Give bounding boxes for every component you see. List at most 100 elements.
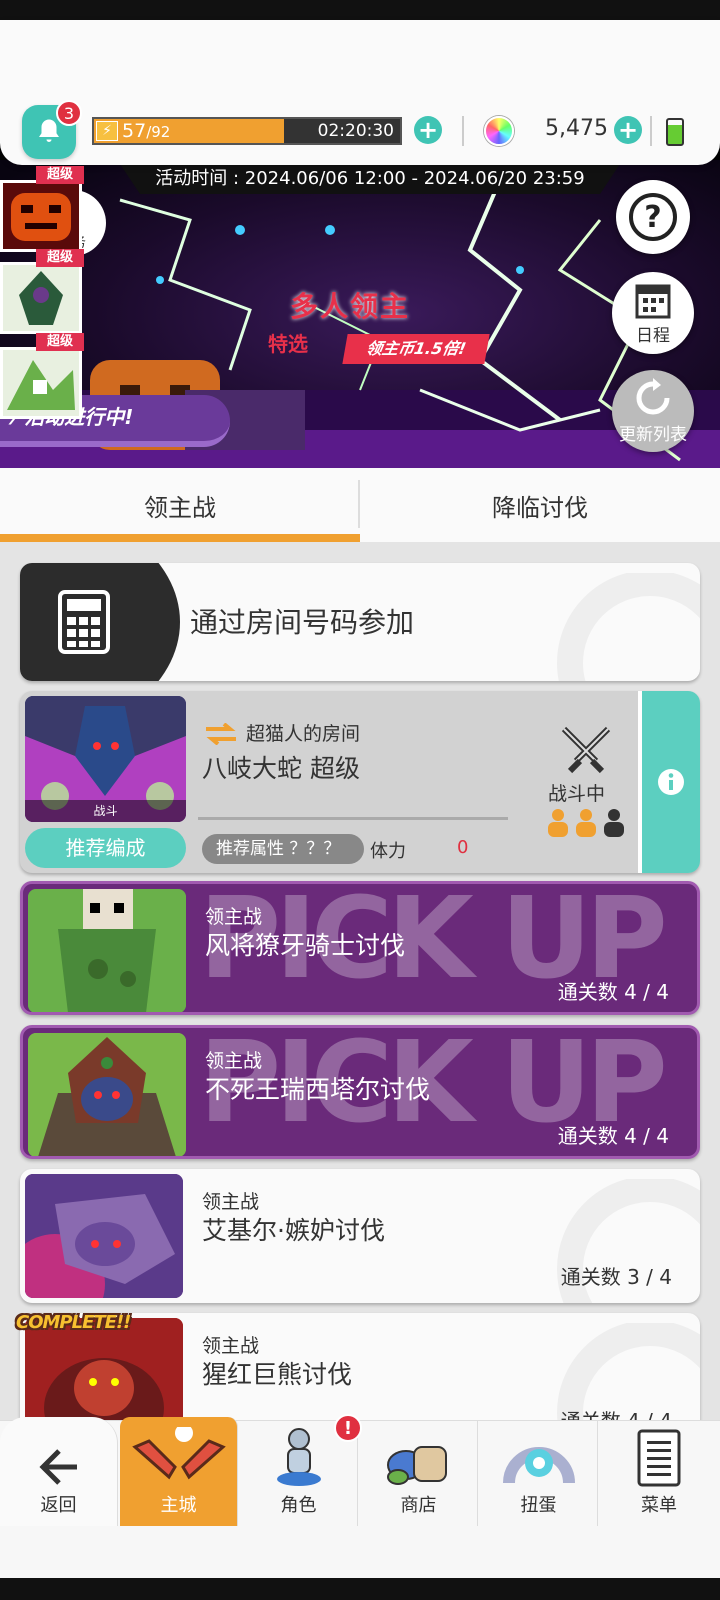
clear-count: 通关数 4 / 4: [557, 1124, 669, 1148]
room-code-label: 通过房间号码参加: [190, 606, 415, 639]
shop-icon: [386, 1446, 447, 1485]
status-strip: [0, 0, 720, 20]
boss-thumb-3[interactable]: [0, 347, 82, 419]
question-icon: ?: [629, 193, 677, 241]
battle-status: 战斗中: [548, 783, 606, 805]
room-boss-thumbnail: 战斗: [25, 696, 186, 822]
notification-badge: 3: [56, 100, 82, 126]
clear-count: 通关数 3 / 4: [560, 1265, 672, 1289]
clear-count: 通关数 4 / 4: [557, 980, 669, 1004]
swap-arrows-icon: [206, 723, 236, 745]
join-by-room-code-button[interactable]: 通过房间号码参加: [20, 563, 700, 681]
recommend-team-button[interactable]: 推荐编成: [25, 828, 186, 868]
tab-bar: 领主战 降临讨伐: [0, 468, 720, 542]
super-tag: 超级: [36, 333, 84, 351]
player-slots-icon: [548, 809, 624, 837]
calendar-icon: [635, 284, 671, 318]
boss-name: 风将獠牙骑士讨伐: [205, 931, 406, 960]
knight-boss-icon: [3, 265, 79, 331]
recommended-attribute: 推荐属性 ？？？: [202, 834, 364, 864]
castle-icon: [131, 1427, 226, 1480]
banner-title: 多人领主: [290, 290, 411, 323]
boss-card-1[interactable]: PICK UP 领主战 不死王瑞西塔尔讨伐 通关数 4 / 4: [20, 1025, 700, 1159]
envy-beast-icon: [25, 1174, 183, 1298]
refresh-label: 更新列表: [619, 424, 687, 445]
character-icon: [276, 1428, 321, 1486]
stamina-bar: ⚡ 57/92 02:20:30: [92, 117, 402, 145]
green-boss-icon: [3, 350, 79, 416]
bottom-strip: [0, 1578, 720, 1600]
refresh-list-button[interactable]: 更新列表: [612, 370, 694, 452]
arrow-left-icon: [38, 1449, 77, 1485]
room-boss-name: 八岐大蛇 超级: [202, 754, 360, 783]
add-stamina-button[interactable]: +: [414, 116, 442, 144]
nav-home[interactable]: 主城: [120, 1417, 238, 1527]
nav-label: 菜单: [641, 1495, 677, 1516]
pumpkin-boss-icon: [3, 183, 79, 249]
svg-text:?: ?: [644, 200, 661, 235]
boss-name: 猩红巨熊讨伐: [202, 1360, 353, 1389]
boss-thumb-2[interactable]: [0, 262, 82, 334]
nav-label: 角色: [280, 1495, 317, 1516]
room-code-icon-wrap: [20, 563, 180, 681]
frog-knight-icon: [28, 889, 186, 1012]
super-tag: 超级: [36, 249, 84, 267]
boss-card-2[interactable]: 领主战 艾基尔·嫉妒讨伐 通关数 3 / 4: [20, 1169, 700, 1303]
room-owner: 超猫人的房间: [246, 723, 361, 745]
bottom-nav: 返回 主城 角色 商店 扭蛋 菜单: [0, 1417, 720, 1527]
stamina-timer: 02:20:30: [317, 121, 394, 141]
help-button[interactable]: ?: [616, 180, 690, 254]
gacha-icon: [502, 1447, 575, 1484]
nav-label: 商店: [400, 1495, 437, 1516]
info-icon: [658, 769, 684, 795]
room-stamina-value: 0: [457, 837, 469, 858]
room-thumb-label: 战斗: [25, 800, 186, 822]
refresh-icon: [636, 377, 670, 414]
add-gem-button[interactable]: +: [614, 116, 642, 144]
boss-card-0[interactable]: PICK UP 领主战 风将獠牙骑士讨伐 通关数 4 / 4: [20, 881, 700, 1015]
schedule-button[interactable]: 日程: [612, 272, 694, 354]
tab-active-indicator: [0, 534, 360, 542]
banner-subtitle: 特选: [268, 332, 308, 356]
divider: [650, 116, 652, 146]
lightning-icon: ⚡: [96, 121, 118, 141]
system-nav-area: [0, 1526, 720, 1578]
boss-thumbnail: [28, 889, 186, 1012]
banner-tag: 领主币1.5倍!: [342, 334, 490, 364]
nav-back[interactable]: 返回: [0, 1417, 118, 1527]
nav-gacha[interactable]: 扭蛋: [480, 1421, 598, 1527]
divider: [462, 116, 464, 146]
character-alert-badge: !: [334, 1414, 362, 1442]
event-time: 活动时间 : 2024.06/06 12:00 - 2024.06/20 23:…: [120, 164, 620, 194]
calculator-icon: [58, 590, 110, 654]
boss-thumb-1[interactable]: [0, 180, 82, 252]
menu-icon: [637, 1429, 681, 1487]
boss-thumbnail: [28, 1033, 186, 1156]
complete-badge: COMPLETE!!: [16, 1312, 131, 1333]
nav-label: 主城: [160, 1495, 197, 1516]
nav-menu[interactable]: 菜单: [600, 1421, 718, 1527]
room-info-button[interactable]: [638, 691, 700, 873]
boss-category: 领主战: [202, 1335, 260, 1357]
boss-name: 不死王瑞西塔尔讨伐: [205, 1075, 431, 1104]
battery-icon: [666, 118, 684, 146]
gem-count: 5,475: [545, 116, 608, 141]
room-card[interactable]: 战斗 推荐编成 超猫人的房间 八岐大蛇 超级 推荐属性 ？？？ 体力 0 战斗中: [20, 691, 700, 873]
undead-king-icon: [28, 1033, 186, 1156]
tab-boss-battle[interactable]: 领主战: [0, 468, 360, 542]
nav-shop[interactable]: 商店: [360, 1421, 478, 1527]
boss-name: 艾基尔·嫉妒讨伐: [202, 1216, 385, 1245]
schedule-label: 日程: [636, 325, 670, 346]
crossed-swords-icon: [561, 726, 611, 774]
boss-category: 领主战: [202, 1191, 260, 1213]
boss-category: 领主战: [205, 1050, 263, 1072]
tab-descent-raid[interactable]: 降临讨伐: [360, 468, 720, 542]
stamina-value: 57/92: [122, 120, 171, 142]
nav-label: 扭蛋: [520, 1495, 557, 1516]
boss-thumbnail: [25, 1174, 183, 1298]
nav-label: 返回: [40, 1495, 77, 1516]
super-tag: 超级: [36, 166, 84, 184]
divider: [198, 817, 508, 820]
boss-category: 领主战: [205, 906, 263, 928]
room-stamina-label: 体力: [370, 841, 406, 862]
